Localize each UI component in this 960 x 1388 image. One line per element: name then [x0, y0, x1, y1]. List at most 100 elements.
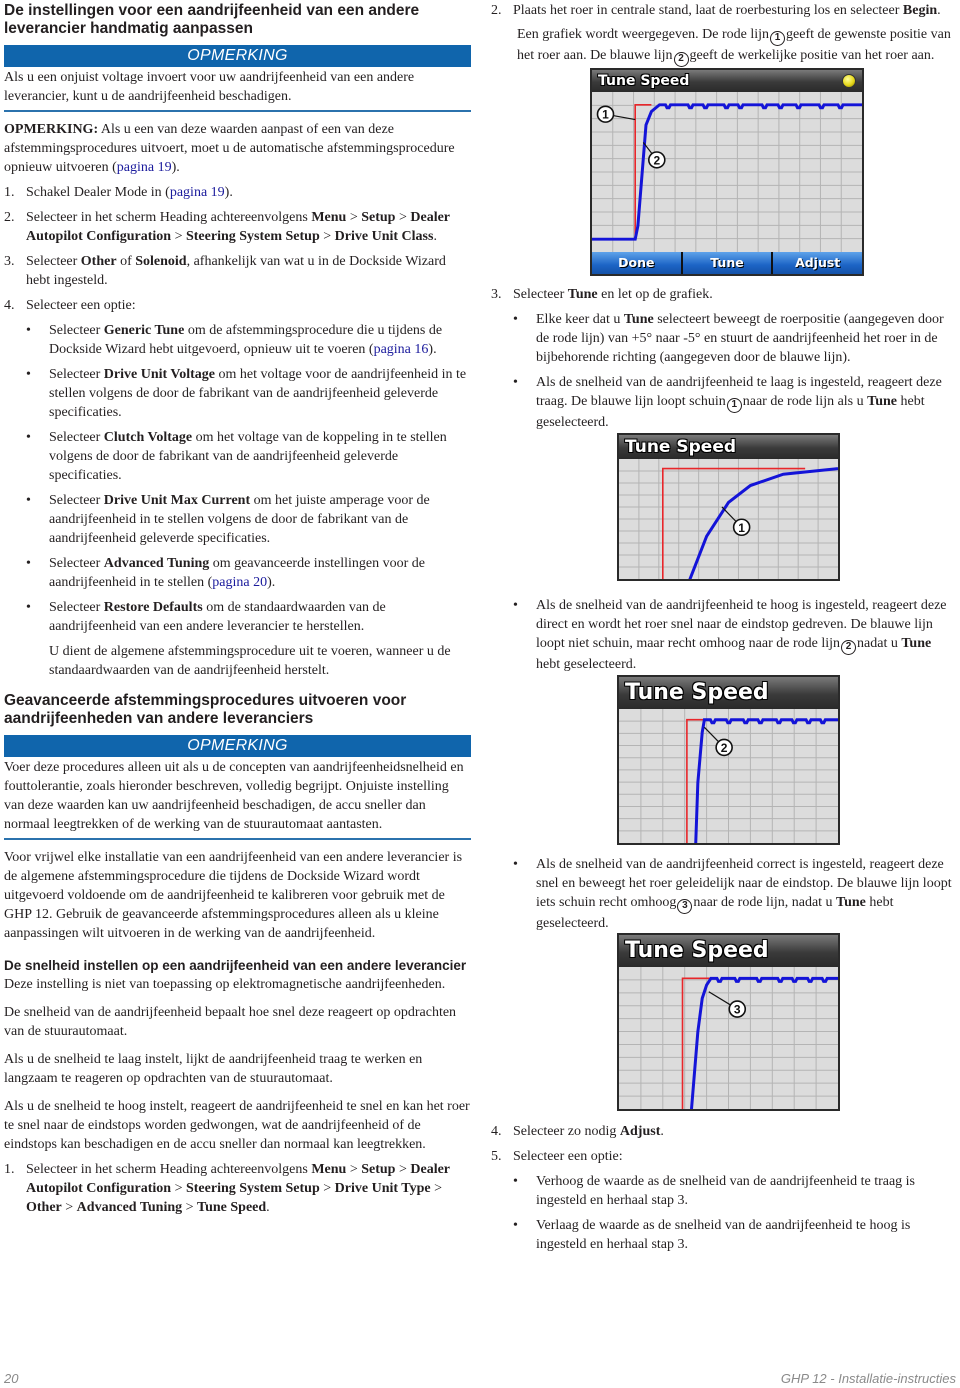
step-text: Selecteer	[26, 254, 81, 269]
step-item: 2. Selecteer in het scherm Heading achter…	[4, 208, 471, 246]
step-item: 4. Selecteer een optie:	[4, 296, 471, 315]
bullet-icon: •	[26, 600, 31, 615]
bullet-text: naar de rode lijn, nadat u	[693, 895, 837, 910]
notice-label: OPMERKING	[4, 735, 471, 757]
right-steps-list: 4. Selecteer zo nodig Adjust. 5. Selecteer…	[491, 1122, 957, 1166]
step-item: 3. Selecteer Tune en let op de grafiek.	[491, 285, 957, 304]
right-column-step3: 3. Selecteer Tune en let op de grafiek. •…	[491, 285, 957, 432]
link-page-20[interactable]: pagina 20	[212, 575, 267, 590]
step-item: 2. Plaats het roer in centrale stand, laa…	[491, 1, 957, 20]
link-page-19[interactable]: pagina 19	[170, 185, 225, 200]
option-advanced-tuning: Advanced Tuning	[103, 556, 210, 571]
option-item: • Selecteer Drive Unit Voltage om het vol…	[4, 365, 471, 422]
option-other: Other	[80, 254, 117, 269]
callout-label: 1	[602, 108, 609, 122]
step-text: Selecteer een optie:	[513, 1149, 623, 1164]
menu-path-separator: .	[266, 1200, 270, 1215]
step-text: Selecteer in het scherm Heading achteree…	[26, 1162, 312, 1177]
step-number: 4.	[4, 298, 15, 313]
button-ref-tune: Tune	[836, 895, 866, 910]
menu-path-separator: >	[171, 229, 186, 244]
notice-box-voltage: OPMERKING Als u een onjuist voltage invo…	[4, 45, 471, 112]
menu-path-separator: >	[319, 1181, 335, 1196]
menu-path-item: Tune Speed	[197, 1200, 267, 1215]
step-text: Selecteer	[513, 287, 568, 302]
option-text: Selecteer	[49, 556, 104, 571]
option-restore-defaults: Restore Defaults	[103, 600, 203, 615]
plot-area: 2	[619, 709, 838, 843]
section-title-advanced-tuning: Geavanceerde afstemmingsprocedures uitvo…	[4, 692, 407, 727]
step-text: .	[937, 3, 941, 18]
done-button[interactable]: Done	[592, 252, 681, 274]
subsection-title-speed: De snelheid instellen op een aandrijfeen…	[4, 958, 467, 973]
tune-speed-chart-1: 12	[592, 92, 862, 252]
step-text: Schakel Dealer Mode in (	[26, 185, 170, 200]
option-item: • Selecteer Drive Unit Max Current om het…	[4, 491, 471, 548]
section-title-manual-adjust: De instellingen voor een aandrijfeenheid…	[4, 2, 420, 37]
bullet-item: • Verlaag de waarde as de snelheid van de…	[491, 1216, 957, 1254]
tune-speed-screen-3: Tune Speed 2	[617, 675, 840, 845]
menu-path-separator: .	[433, 229, 437, 244]
link-page-16[interactable]: pagina 16	[374, 342, 429, 357]
screen-title: Tune Speed	[619, 435, 838, 459]
bullet-item: • Als de snelheid van de aandrijfeenheid …	[491, 855, 957, 933]
plot-area: 12	[592, 92, 862, 252]
menu-path-item: Menu	[311, 1162, 347, 1177]
step-item: 1. Selecteer in het scherm Heading achter…	[4, 1160, 471, 1217]
bullet-text: naar de rode lijn als u	[742, 394, 868, 409]
button-ref-begin: Begin	[902, 3, 938, 18]
option-text: Selecteer	[49, 367, 104, 382]
menu-path-item: Other	[26, 1200, 62, 1215]
callout-2-icon: 2	[673, 52, 689, 67]
bullet-icon: •	[513, 1174, 518, 1189]
speed-p1: Deze instelling is niet van toepassing o…	[4, 977, 446, 992]
right-column-bullet3: • Als de snelheid van de aandrijfeenheid …	[491, 594, 957, 674]
callout-label: 2	[721, 741, 728, 755]
step-number: 4.	[491, 1124, 502, 1139]
bullet-text: nadat u	[857, 636, 902, 651]
menu-path-item: Setup	[361, 210, 396, 225]
bullet-icon: •	[513, 375, 518, 390]
option-list: • Selecteer Generic Tune om de afstemming…	[4, 321, 471, 636]
step-number: 1.	[4, 1162, 15, 1177]
link-page-19[interactable]: pagina 19	[117, 160, 172, 175]
adjust-button[interactable]: Adjust	[773, 252, 863, 274]
speed-p2: De snelheid van de aandrijfeenheid bepaa…	[4, 1005, 457, 1039]
callout-2-icon: 2	[841, 640, 857, 655]
bullet-icon: •	[513, 312, 518, 327]
menu-path-separator: >	[395, 210, 411, 225]
step-number: 1.	[4, 185, 15, 200]
menu-path-separator: >	[182, 1200, 198, 1215]
screen-title: Tune Speed	[619, 677, 838, 709]
tune-button[interactable]: Tune	[682, 252, 772, 274]
bullet-text: Verhoog de waarde as de snelheid van de …	[536, 1174, 916, 1208]
bullet-text: Verlaag de waarde as de snelheid van de …	[536, 1218, 911, 1252]
desc-text: Een grafiek wordt weergegeven. De rode l…	[517, 27, 770, 42]
step-number: 5.	[491, 1149, 502, 1164]
left-column: De instellingen voor een aandrijfeenheid…	[4, 0, 471, 1217]
right-column-steps45: 4. Selecteer zo nodig Adjust. 5. Selecteer…	[491, 1122, 957, 1254]
step-number: 3.	[4, 254, 15, 269]
tune-bullets: • Elke keer dat u Tune selecteert beweegt…	[491, 310, 957, 432]
advanced-intro: Voor vrijwel elke installatie van een aa…	[4, 850, 463, 941]
option-text: ).	[428, 342, 437, 357]
manual-steps-list: 1. Schakel Dealer Mode in (pagina 19). 2.…	[4, 183, 471, 315]
screen-title: Tune Speed	[592, 70, 862, 92]
step-number: 2.	[4, 210, 15, 225]
option-item: • Selecteer Restore Defaults om de standa…	[4, 598, 471, 636]
option-text: Selecteer	[49, 600, 104, 615]
option-text: Selecteer	[49, 323, 104, 338]
step-item: 1. Schakel Dealer Mode in (pagina 19).	[4, 183, 471, 202]
step-text: Selecteer in het scherm Heading achteree…	[26, 210, 312, 225]
notice-text: Voer deze procedures alleen uit als u de…	[4, 760, 464, 832]
step-text: .	[660, 1124, 664, 1139]
step-text: en let op de grafiek.	[597, 287, 713, 302]
button-ref-tune: Tune	[901, 636, 932, 651]
step-text: Selecteer een optie:	[26, 298, 136, 313]
button-ref-tune: Tune	[623, 312, 654, 327]
tune-bullets: • Als de snelheid van de aandrijfeenheid …	[491, 855, 957, 933]
notice-text: Als u een onjuist voltage invoert voor u…	[4, 70, 415, 104]
tune-speed-chart-2: 1	[619, 459, 838, 579]
status-led-icon	[842, 74, 856, 88]
callout-1-icon: 1	[726, 398, 742, 413]
